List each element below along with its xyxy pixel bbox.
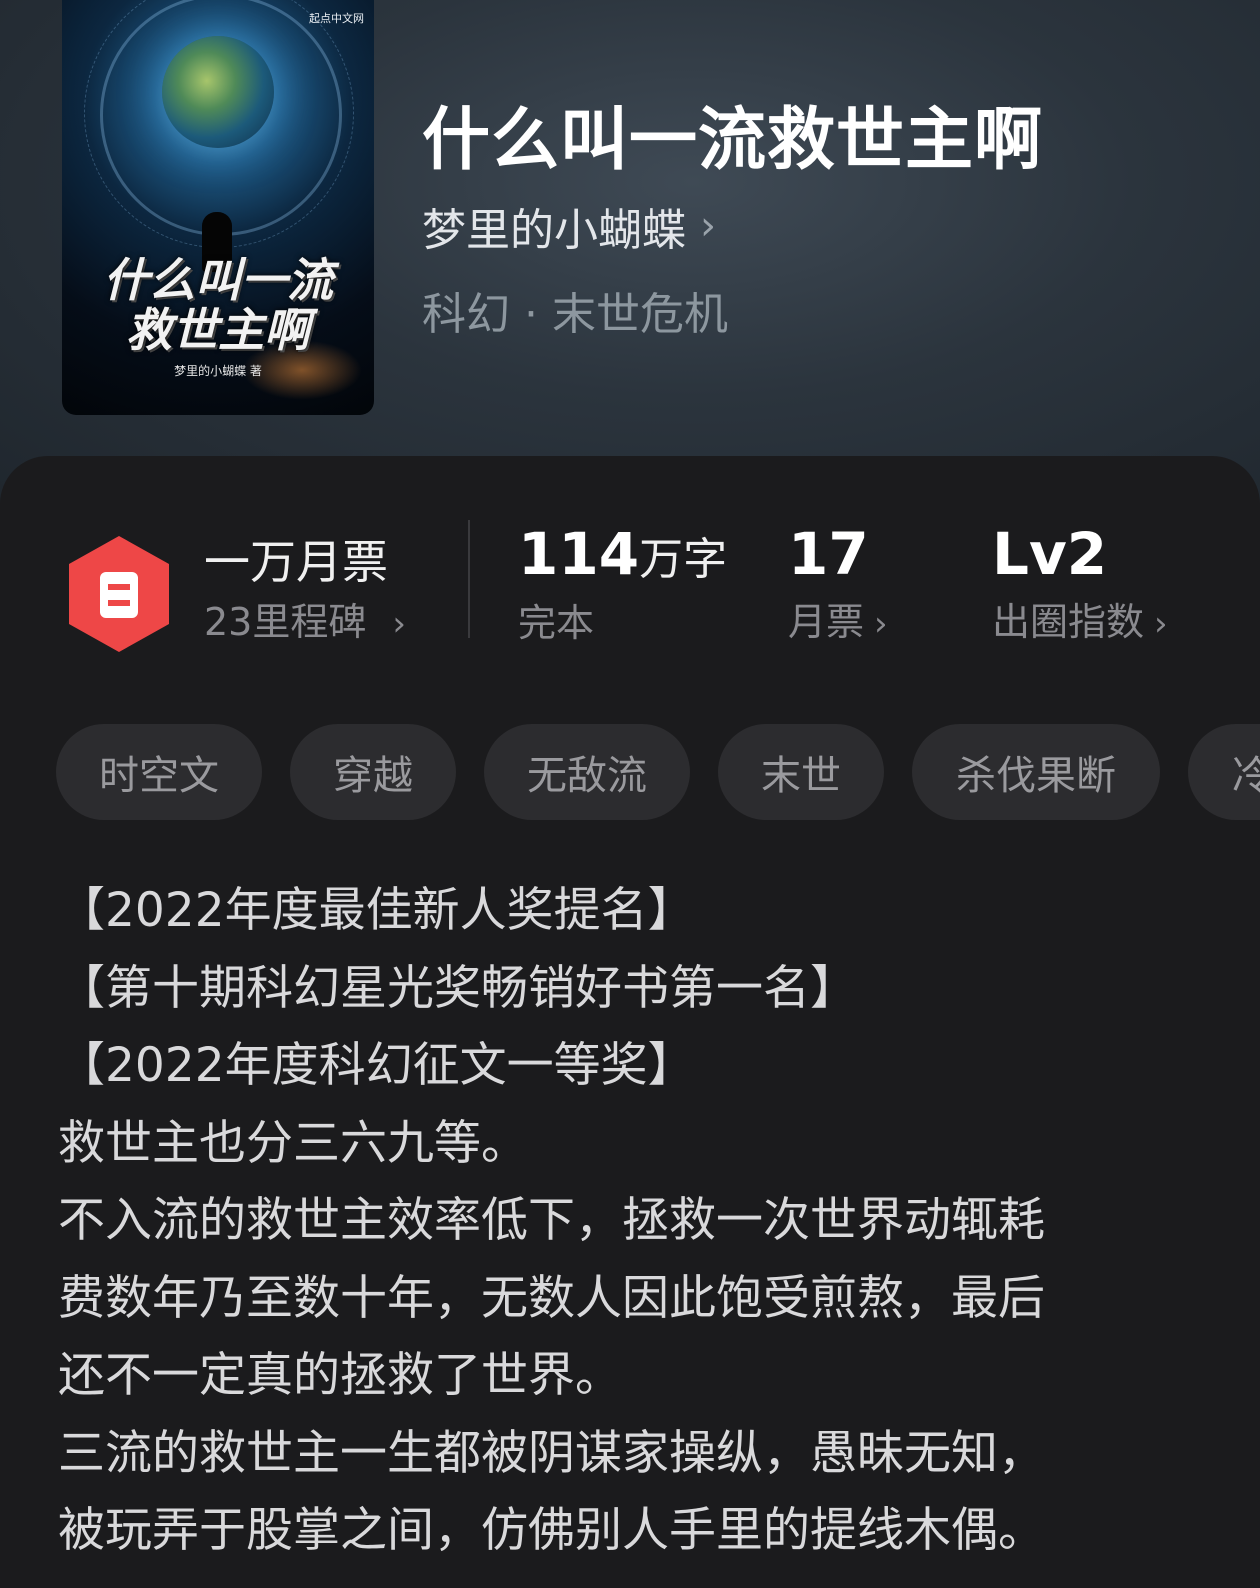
description-line: 不入流的救世主效率低下，拯救一次世界动辄耗 (58, 1193, 1045, 1248)
description-line: 三流的救世主一生都被阴谋家操纵，愚昧无知， (58, 1425, 1045, 1481)
book-cover[interactable]: 起点中文网 什么叫一流 救世主啊 梦里的小蝴蝶 著 (62, 0, 374, 415)
influence-label-row: 出圈指数 › (992, 598, 1168, 648)
ticket-headline: 一万月票 (204, 535, 388, 589)
award-line: 【2022年度科幻征文一等奖】 (58, 1038, 695, 1093)
book-description[interactable]: 【2022年度最佳新人奖提名】 【第十期科幻星光奖畅销好书第一名】 【2022年… (58, 872, 1208, 1570)
award-line: 【2022年度最佳新人奖提名】 (58, 883, 695, 938)
tag-chip[interactable]: 末世 (718, 724, 884, 820)
chevron-right-icon: › (700, 203, 716, 249)
cover-author: 梦里的小蝴蝶 著 (174, 364, 262, 378)
monthly-ticket-label: 月票 (788, 600, 865, 644)
chevron-right-icon: › (1154, 604, 1168, 644)
description-line: 还不一定真的拯救了世界。 (58, 1348, 622, 1403)
author-link[interactable]: 梦里的小蝴蝶 › (422, 194, 716, 258)
chevron-right-icon: › (392, 604, 406, 644)
monthly-ticket-value: 17 (788, 520, 869, 588)
influence-value: Lv2 (992, 520, 1108, 588)
tag-list: 时空文 穿越 无敌流 末世 杀伐果断 冷 (56, 724, 1260, 822)
description-line: 救世主也分三六九等。 (58, 1115, 528, 1171)
ticket-milestone-label: 23里程碑 (204, 600, 367, 644)
stats-divider (468, 520, 470, 638)
cover-title-line1: 什么叫一流 (103, 253, 333, 307)
genre-label: 科幻 · 末世危机 (422, 289, 728, 340)
monthly-ticket-label-row: 月票 › (788, 598, 888, 648)
tag-chip[interactable]: 时空文 (56, 724, 262, 820)
book-title: 什么叫一流救世主啊 (422, 100, 1044, 180)
cover-title: 什么叫一流 救世主啊 (62, 255, 374, 355)
influence-label: 出圈指数 (992, 600, 1145, 644)
word-count-unit: 万字 (639, 534, 728, 585)
tag-chip[interactable]: 杀伐果断 (912, 724, 1160, 820)
description-line: 费数年乃至数十年，无数人因此饱受煎熬，最后 (58, 1270, 1045, 1326)
author-name: 梦里的小蝴蝶 (422, 205, 686, 256)
publisher-logo: 起点中文网 (309, 12, 364, 25)
tag-chip[interactable]: 无敌流 (484, 724, 690, 820)
word-count-stat: 114万字 完本 (518, 522, 727, 647)
ticket-icon (69, 536, 169, 652)
word-count-value: 114 (518, 520, 640, 588)
tag-chip[interactable]: 冷 (1188, 724, 1260, 820)
cover-title-line2: 救世主啊 (126, 303, 310, 357)
influence-stat[interactable]: Lv2 出圈指数 › (992, 522, 1168, 648)
award-line: 【第十期科幻星光奖畅销好书第一名】 (58, 960, 857, 1016)
cover-globe (162, 36, 274, 148)
monthly-ticket-stat[interactable]: 17 月票 › (788, 522, 888, 648)
description-line: 被玩弄于股掌之间，仿佛别人手里的提线木偶。 (58, 1503, 1045, 1558)
tag-chip[interactable]: 穿越 (290, 724, 456, 820)
ticket-stat[interactable]: 一万月票 23里程碑 › (204, 534, 406, 648)
chevron-right-icon: › (874, 604, 888, 644)
completion-status: 完本 (518, 601, 595, 645)
ticket-milestone: 23里程碑 › (204, 598, 406, 648)
